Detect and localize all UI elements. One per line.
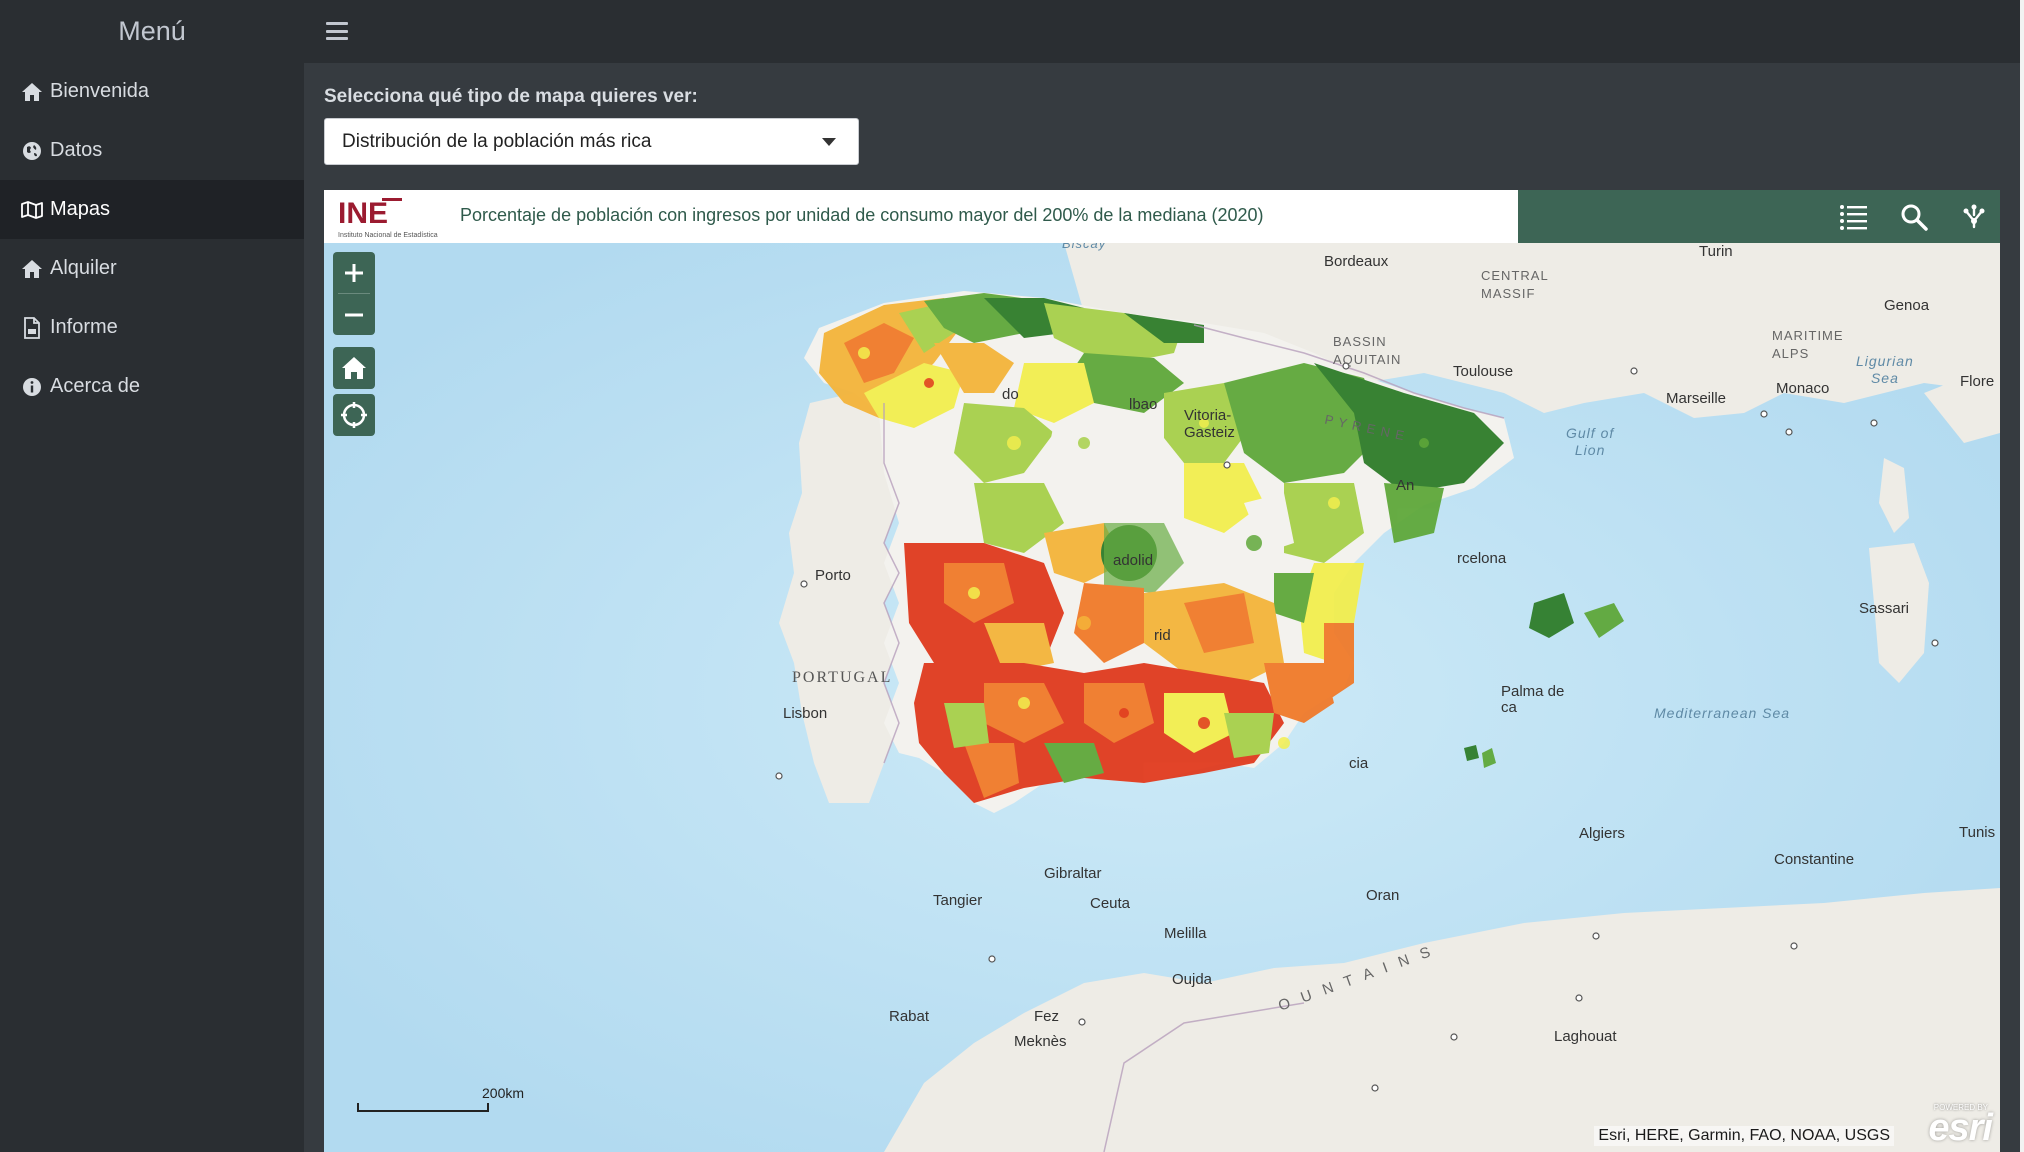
- label-meknes: Meknès: [1014, 1033, 1067, 1050]
- label-marseille: Marseille: [1666, 390, 1727, 407]
- label-maritime-alps: MARITIME ALPS: [1772, 328, 1844, 361]
- label-rabat: Rabat: [889, 1008, 930, 1025]
- map-icon: [20, 198, 44, 222]
- label-sassari: Sassari: [1859, 600, 1910, 617]
- scale-label: 200km: [482, 1085, 525, 1101]
- map-toolbar: [1518, 190, 2000, 243]
- zoom-control: [333, 252, 375, 335]
- page-scrollbar[interactable]: [2020, 0, 2024, 1152]
- home-icon: [20, 80, 44, 104]
- label-algiers: Algiers: [1579, 825, 1625, 842]
- label-murcia: cia: [1349, 755, 1369, 772]
- svg-text:INE: INE: [338, 197, 388, 230]
- label-bassin-aquitain: BASSIN AQUITAIN: [1333, 334, 1402, 367]
- label-monaco: Monaco: [1776, 380, 1830, 397]
- map-type-label: Selecciona qué tipo de mapa quieres ver:: [324, 86, 698, 107]
- zoom-out-button[interactable]: [333, 294, 375, 335]
- sidebar-title: Menú: [118, 15, 186, 46]
- sidebar-item-label: Acerca de: [50, 375, 141, 397]
- label-melilla: Melilla: [1164, 925, 1207, 942]
- label-valladolid: adolid: [1113, 552, 1154, 569]
- sidebar-item-label: Bienvenida: [50, 80, 149, 102]
- label-central-massif: CENTRAL MASSIF: [1481, 268, 1549, 301]
- sidebar-item-acerca-de[interactable]: Acerca de: [0, 357, 304, 416]
- label-genoa: Genoa: [1884, 297, 1930, 314]
- label-mediterranean-sea: Mediterranean Sea: [1654, 705, 1791, 721]
- scale-bar: 200km: [357, 1085, 524, 1120]
- zoom-in-button[interactable]: [333, 252, 375, 293]
- label-porto: Porto: [815, 567, 851, 584]
- sidebar-item-informe[interactable]: Informe: [0, 298, 304, 357]
- home-extent-button[interactable]: [333, 347, 375, 389]
- hamburger-menu-icon[interactable]: [324, 19, 350, 43]
- label-vitoria-gasteiz: Vitoria- Gasteiz: [1184, 407, 1235, 441]
- label-oviedo: do: [1002, 386, 1019, 403]
- label-bordeaux: Bordeaux: [1324, 253, 1389, 270]
- label-constantine: Constantine: [1774, 851, 1855, 868]
- crosshair-icon: [341, 402, 367, 428]
- layer-list-icon[interactable]: [1836, 199, 1872, 235]
- search-icon[interactable]: [1896, 199, 1932, 235]
- share-icon[interactable]: [1956, 199, 1992, 235]
- map-canvas[interactable]: [324, 243, 2000, 1152]
- label-turin: Turin: [1699, 243, 1733, 260]
- map-type-select[interactable]: Distribución de la población más rica: [324, 118, 859, 165]
- label-madrid: rid: [1154, 627, 1171, 644]
- label-oujda: Oujda: [1172, 971, 1213, 988]
- label-toulouse: Toulouse: [1453, 363, 1514, 380]
- locate-button[interactable]: [333, 394, 375, 436]
- map-attribution: Esri, HERE, Garmin, FAO, NOAA, USGS: [1594, 1126, 1894, 1146]
- esri-logo: esri: [1928, 1107, 1993, 1149]
- label-laghouat: Laghouat: [1554, 1028, 1617, 1045]
- sidebar-item-label: Informe: [50, 316, 118, 338]
- main-content: Selecciona qué tipo de mapa quieres ver:…: [304, 63, 2020, 1152]
- sidebar: Menú Bienvenida Datos Mapas Alquiler Inf…: [0, 0, 304, 1152]
- globe-icon: [20, 139, 44, 163]
- label-lisbon: Lisbon: [783, 705, 828, 722]
- label-gulf-of-lion: Gulf of Lion: [1566, 425, 1615, 458]
- label-andorra: An: [1396, 477, 1415, 494]
- sidebar-item-bienvenida[interactable]: Bienvenida: [0, 62, 304, 121]
- ine-logo: INE Instituto Nacional de Estadística: [338, 195, 448, 239]
- label-ligurian-sea: Ligurian Sea: [1856, 353, 1914, 386]
- label-gibraltar: Gibraltar: [1044, 865, 1102, 882]
- map-title: Porcentaje de población con ingresos por…: [460, 205, 1264, 225]
- label-bilbao: lbao: [1129, 396, 1158, 413]
- label-oran: Oran: [1366, 887, 1400, 904]
- top-navbar: [304, 0, 2024, 63]
- label-portugal: PORTUGAL: [792, 669, 893, 686]
- file-icon: [20, 316, 44, 340]
- map-container[interactable]: Biscay Bordeaux CENTRAL MASSIF BASSIN AQ…: [324, 190, 2000, 1152]
- svg-text:Instituto Nacional de Estadíst: Instituto Nacional de Estadística: [338, 232, 438, 239]
- label-tangier: Tangier: [933, 892, 983, 909]
- home-icon: [20, 257, 44, 281]
- sidebar-item-label: Datos: [50, 139, 103, 161]
- sidebar-item-label: Alquiler: [50, 257, 117, 279]
- sidebar-item-datos[interactable]: Datos: [0, 121, 304, 180]
- sidebar-item-label: Mapas: [50, 198, 111, 220]
- label-palma: Palma de ca: [1501, 683, 1565, 716]
- sidebar-item-alquiler[interactable]: Alquiler: [0, 239, 304, 298]
- label-fez: Fez: [1034, 1008, 1060, 1025]
- home-icon: [342, 357, 366, 379]
- label-flore: Flore: [1960, 373, 1995, 390]
- label-barcelona: rcelona: [1457, 550, 1507, 567]
- map-header: INE Instituto Nacional de Estadística Po…: [324, 190, 2000, 243]
- caret-down-icon: [822, 138, 836, 146]
- map-type-selected-value: Distribución de la población más rica: [342, 130, 652, 152]
- info-icon: [20, 375, 44, 399]
- sidebar-item-mapas[interactable]: Mapas: [0, 180, 304, 239]
- label-ceuta: Ceuta: [1090, 895, 1131, 912]
- label-tunis: Tunis: [1959, 824, 1996, 841]
